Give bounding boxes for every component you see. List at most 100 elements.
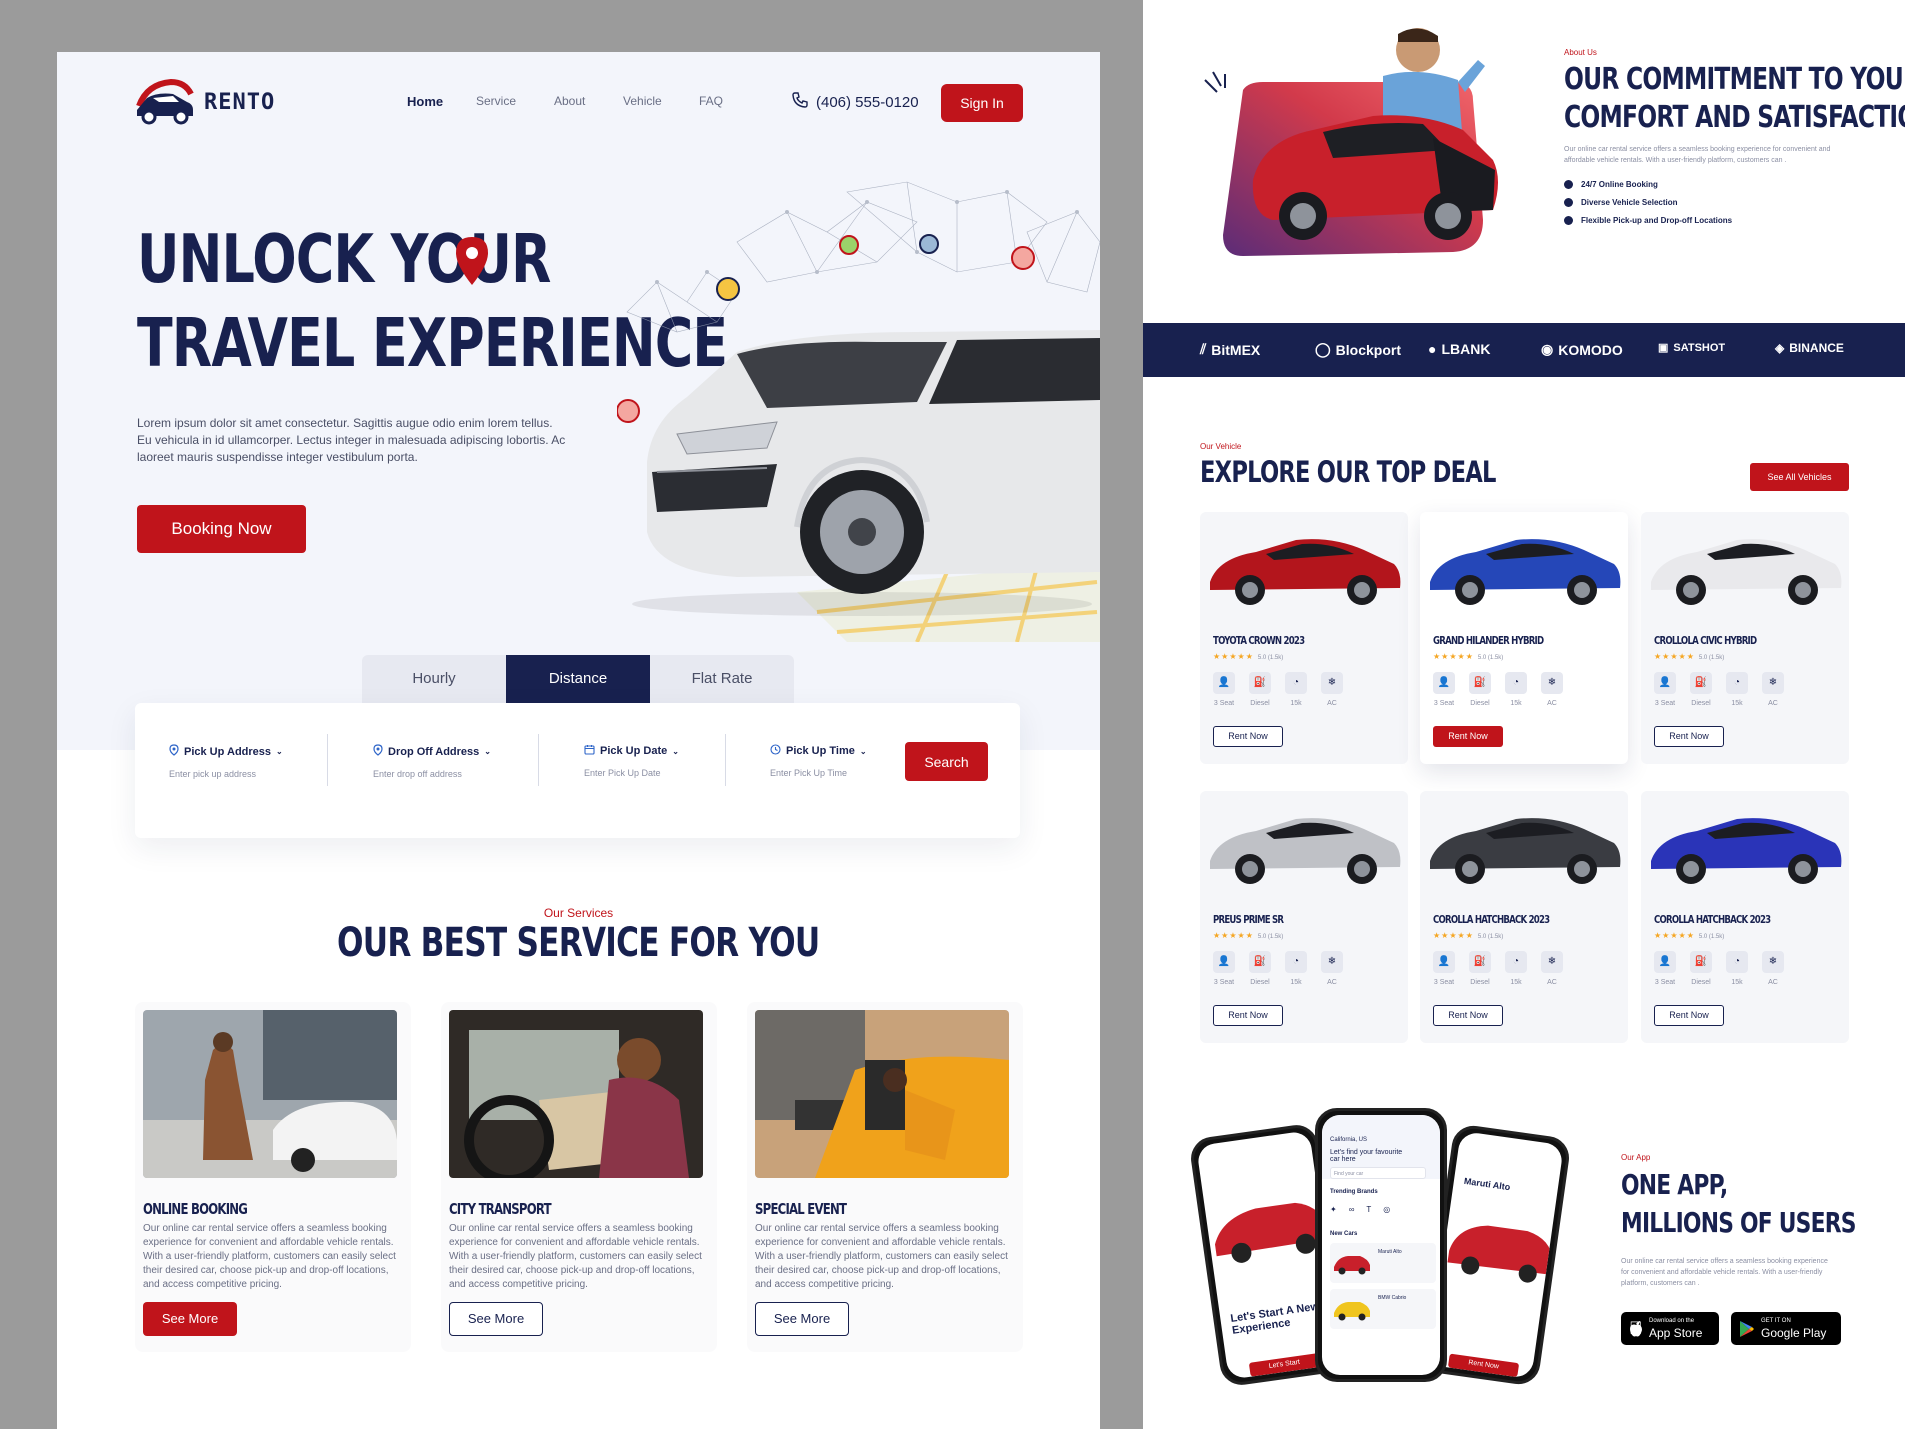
tab-distance[interactable]: Distance: [506, 655, 650, 703]
feature-label: AC: [1327, 700, 1337, 707]
see-more-button[interactable]: See More: [143, 1302, 237, 1336]
vehicle-card[interactable]: GRAND HILANDER HYBRID ★★★★★ 5.0 (1.5k) 👤 3 S…: [1420, 512, 1628, 764]
nav-vehicle[interactable]: Vehicle: [623, 94, 662, 108]
komodo-icon: ◉: [1541, 341, 1554, 357]
search-button[interactable]: Search: [905, 742, 988, 781]
phone-contact[interactable]: (406) 555-0120: [792, 92, 919, 113]
pickup-time-field[interactable]: Pick Up Time ⌄ Enter Pick Up Time: [770, 744, 867, 778]
car-image: [1334, 1256, 1370, 1275]
feature-label: 3 Seat: [1433, 700, 1455, 707]
vehicle-card[interactable]: PREUS PRIME SR ★★★★★ 5.0 (1.5k) 👤 3 Seat ⛽ Die…: [1200, 791, 1408, 1043]
seat-icon: 👤: [1213, 951, 1235, 973]
seat-icon: 👤: [1654, 951, 1676, 973]
services-title: OUR BEST SERVICE FOR YOU: [337, 920, 820, 966]
vehicles-eyebrow: Our Vehicle: [1200, 442, 1242, 451]
dropoff-address-placeholder: Enter drop off address: [373, 769, 462, 779]
services-title-wrap: OUR BEST SERVICE FOR YOU: [57, 920, 1100, 966]
car-image: [1430, 539, 1621, 605]
ac-icon: ❄: [1321, 672, 1343, 694]
nav-faq[interactable]: FAQ: [699, 94, 723, 108]
feature-label: Diesel: [1470, 979, 1490, 986]
car-image: [1334, 1302, 1370, 1321]
satshot-icon: ▣: [1658, 342, 1669, 354]
seat-icon: 👤: [1654, 672, 1676, 694]
service-card-special-event: SPECIAL EVENT Our online car rental serv…: [747, 1002, 1023, 1352]
tab-flat-rate[interactable]: Flat Rate: [650, 655, 794, 703]
online-booking-photo: [143, 1010, 397, 1178]
rent-now-button[interactable]: Rent Now: [1433, 1005, 1503, 1026]
partner-logo: ◈ BINANCE: [1775, 341, 1844, 355]
feature-label: AC: [1768, 979, 1778, 986]
service-title: ONLINE BOOKING: [143, 1200, 248, 1218]
fuel-icon: ⛽: [1469, 951, 1491, 973]
rent-now-button[interactable]: Rent Now: [1447, 1353, 1520, 1378]
pickup-date-field[interactable]: Pick Up Date ⌄ Enter Pick Up Date: [584, 744, 679, 778]
see-more-button[interactable]: See More: [755, 1302, 849, 1336]
car-list-item[interactable]: BMW Cabrio: [1330, 1289, 1436, 1329]
feature-label: 15k: [1510, 979, 1522, 986]
tab-hourly[interactable]: Hourly: [362, 655, 506, 703]
service-title: CITY TRANSPORT: [449, 1200, 552, 1218]
feature-label: 3 Seat: [1213, 700, 1235, 707]
feature-label: AC: [1768, 700, 1778, 707]
clock-icon: [770, 744, 781, 758]
speedometer-icon: ◔: [1505, 672, 1527, 694]
rent-now-button[interactable]: Rent Now: [1654, 1005, 1724, 1026]
chevron-down-icon: ⌄: [484, 747, 491, 756]
see-all-vehicles-button[interactable]: See All Vehicles: [1750, 463, 1849, 491]
sign-in-button[interactable]: Sign In: [941, 84, 1023, 122]
rent-now-button[interactable]: Rent Now: [1213, 1005, 1283, 1026]
google-play-button[interactable]: GET IT ON Google Play: [1731, 1312, 1841, 1345]
car-list-item[interactable]: Maruti Alto: [1330, 1243, 1436, 1283]
booking-now-button[interactable]: Booking Now: [137, 505, 306, 553]
pickup-date-placeholder: Enter Pick Up Date: [584, 768, 661, 778]
lbank-icon: ●: [1428, 341, 1437, 357]
rent-now-button[interactable]: Rent Now: [1213, 726, 1283, 747]
city-transport-photo: [449, 1010, 703, 1178]
partner-logo: ◉ KOMODO: [1541, 341, 1623, 358]
divider: [327, 734, 328, 786]
vehicle-name: COROLLA HATCHBACK 2023: [1654, 913, 1771, 926]
rent-now-button[interactable]: Rent Now: [1654, 726, 1724, 747]
ac-icon: ❄: [1762, 951, 1784, 973]
about-title-line2: COMFORT AND SATISFACTION: [1564, 100, 1905, 135]
landing-page-sections: About Us OUR COMMITMENT TO YOUR COMFORT …: [1143, 0, 1905, 1429]
speedometer-icon: ◔: [1285, 672, 1307, 694]
fuel-icon: ⛽: [1249, 951, 1271, 973]
rento-logo-icon[interactable]: [133, 76, 197, 130]
phone-search-input[interactable]: Find your car: [1330, 1167, 1426, 1179]
service-card-city-transport: CITY TRANSPORT Our online car rental ser…: [441, 1002, 717, 1352]
ac-icon: ❄: [1541, 951, 1563, 973]
app-store-button[interactable]:  Download on the App Store: [1621, 1312, 1719, 1345]
vehicle-card[interactable]: TOYOTA CROWN 2023 ★★★★★ 5.0 (1.5k) 👤 3 Seat ⛽…: [1200, 512, 1408, 764]
app-store-big-text: App Store: [1649, 1326, 1703, 1340]
nav-service[interactable]: Service: [476, 94, 516, 108]
google-play-icon: [1740, 1321, 1754, 1337]
vehicle-name: TOYOTA CROWN 2023: [1213, 634, 1305, 647]
service-description: Our online car rental service offers a s…: [449, 1223, 702, 1290]
lets-start-button[interactable]: Let's Start: [1248, 1353, 1321, 1377]
rent-now-button[interactable]: Rent Now: [1433, 726, 1503, 747]
pickup-address-field[interactable]: Pick Up Address ⌄ Enter pick up address: [169, 744, 283, 779]
nav-home[interactable]: Home: [407, 94, 443, 109]
check-circle-icon: [1564, 180, 1573, 189]
pickup-address-placeholder: Enter pick up address: [169, 769, 257, 779]
rating-stars: ★★★★★ 5.0 (1.5k): [1433, 931, 1504, 940]
dropoff-address-field[interactable]: Drop Off Address ⌄ Enter drop off addres…: [373, 744, 491, 779]
nav-about[interactable]: About: [554, 94, 585, 108]
vehicle-card[interactable]: COROLLA HATCHBACK 2023 ★★★★★ 5.0 (1.5k) 👤 3 …: [1420, 791, 1628, 1043]
checklist-item: Flexible Pick-up and Drop-off Locations: [1564, 216, 1732, 225]
feature-label: AC: [1547, 700, 1557, 707]
vehicle-card[interactable]: COROLLA HATCHBACK 2023 ★★★★★ 5.0 (1.5k) 👤 3 …: [1641, 791, 1849, 1043]
landing-page-main: RENTO Home Service About Vehicle FAQ (40…: [57, 52, 1100, 1429]
hero-description: Lorem ipsum dolor sit amet consectetur. …: [137, 416, 566, 464]
rating-stars: ★★★★★ 5.0 (1.5k): [1433, 652, 1504, 661]
vehicle-card[interactable]: CROLLOLA CIVIC HYBRID ★★★★★ 5.0 (1.5k) 👤 3 S…: [1641, 512, 1849, 764]
feature-label: 15k: [1510, 700, 1522, 707]
see-more-button[interactable]: See More: [449, 1302, 543, 1336]
trending-brands-label: Trending Brands: [1330, 1189, 1378, 1195]
about-eyebrow: About Us: [1564, 48, 1597, 57]
calendar-icon: [584, 744, 595, 758]
phone-headline: Let's find your favourite car here: [1330, 1149, 1403, 1163]
feature-label: 3 Seat: [1654, 700, 1676, 707]
